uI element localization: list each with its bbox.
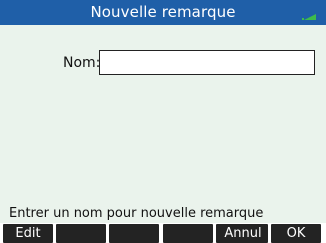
- ok-softkey[interactable]: OK: [271, 224, 321, 243]
- calculator-screen: Nouvelle remarque Nom: Entrer un nom pou…: [0, 0, 326, 243]
- screen-title: Nouvelle remarque: [90, 3, 236, 21]
- softkey-4-empty[interactable]: [163, 224, 213, 243]
- help-text: Entrer un nom pour nouvelle remarque: [9, 206, 264, 221]
- name-label: Nom:: [63, 55, 101, 71]
- edit-softkey[interactable]: Edit: [3, 224, 53, 243]
- menu-bar: Edit Annul OK: [0, 223, 326, 243]
- name-input[interactable]: [99, 50, 315, 75]
- cancel-softkey[interactable]: Annul: [218, 224, 268, 243]
- softkey-3-empty[interactable]: [109, 224, 159, 243]
- title-bar: Nouvelle remarque: [0, 0, 326, 25]
- softkey-2-empty[interactable]: [56, 224, 106, 243]
- battery-icon: [302, 14, 316, 20]
